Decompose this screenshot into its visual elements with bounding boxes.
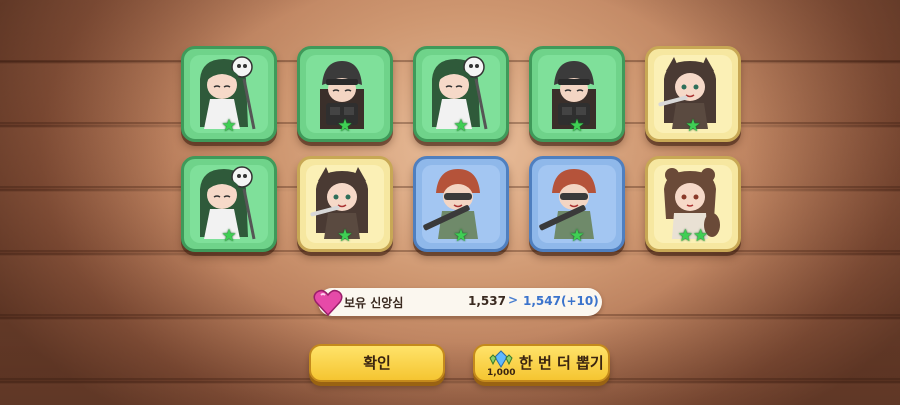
card-9[interactable]: ★ (529, 156, 625, 252)
card-6-rarity-stars: ★ (221, 226, 237, 246)
heart-gem-icon (313, 289, 343, 317)
card-3-rarity-stars: ★ (453, 116, 469, 136)
card-6[interactable]: ★ (181, 156, 277, 252)
card-2[interactable]: ★ (297, 46, 393, 142)
card-8-rarity-stars: ★ (453, 226, 469, 246)
card-5-rarity-stars: ★ (685, 116, 701, 136)
card-4[interactable]: ★ (529, 46, 625, 142)
card-10-rarity-stars: ★★ (677, 226, 709, 246)
crystal-icon (489, 350, 513, 368)
confirm-button[interactable]: 확인 (309, 344, 445, 382)
card-8[interactable]: ★ (413, 156, 509, 252)
card-10[interactable]: ★★ (645, 156, 741, 252)
card-1[interactable]: ★ (181, 46, 277, 142)
draw-cost: 1,000 (487, 368, 516, 378)
draw-again-button[interactable]: 1,000 한 번 더 뽑기 (473, 344, 610, 382)
belief-balance-bar: 보유 신앙심 1,537 > 1,547(+10) (313, 288, 602, 317)
card-7[interactable]: ★ (297, 156, 393, 252)
card-2-rarity-stars: ★ (337, 116, 353, 136)
card-7-rarity-stars: ★ (337, 226, 353, 246)
card-4-rarity-stars: ★ (569, 116, 585, 136)
belief-new-value: 1,547(+10) (523, 294, 599, 308)
card-3[interactable]: ★ (413, 46, 509, 142)
card-9-rarity-stars: ★ (569, 226, 585, 246)
belief-current-value: 1,537 (468, 294, 506, 308)
belief-arrow: > (508, 293, 519, 307)
card-5[interactable]: ★ (645, 46, 741, 142)
draw-again-label: 한 번 더 뽑기 (519, 354, 604, 372)
card-1-rarity-stars: ★ (221, 116, 237, 136)
belief-label: 보유 신앙심 (344, 296, 404, 310)
